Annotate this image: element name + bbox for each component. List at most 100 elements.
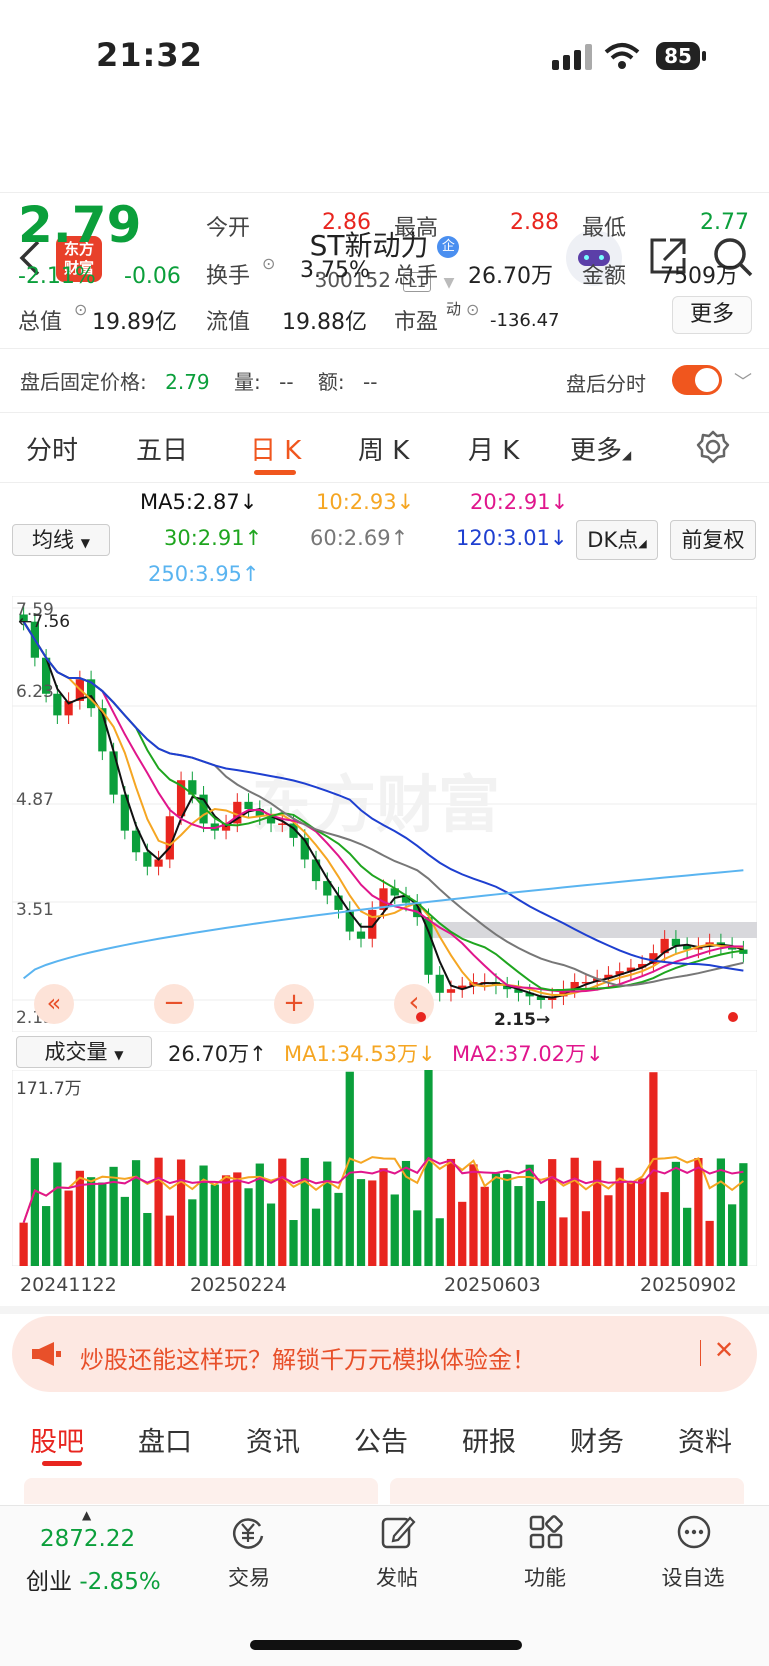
volume-bar: [525, 1164, 534, 1266]
volume-bar: [413, 1210, 422, 1266]
forum-card[interactable]: [24, 1478, 378, 1504]
tab-announcements[interactable]: 公告: [354, 1420, 408, 1459]
volume-bar: [570, 1157, 579, 1266]
chevron-down-icon[interactable]: ▼: [444, 275, 455, 291]
forum-card[interactable]: [390, 1478, 744, 1504]
volume-bar: [210, 1184, 219, 1266]
volume-bar: [86, 1177, 96, 1266]
zoom-in-button[interactable]: +: [274, 984, 314, 1024]
after-hours-toggle[interactable]: [672, 365, 722, 395]
tab-five-day[interactable]: 五日: [136, 430, 188, 467]
more-button[interactable]: 更多: [672, 296, 752, 334]
volume-bar: [559, 1217, 568, 1266]
volume-bar: [98, 1182, 107, 1266]
price-axis-4: 3.51: [16, 900, 54, 920]
tab-weekly-k[interactable]: 周 K: [358, 430, 409, 467]
kline-chart[interactable]: 东方财富: [12, 596, 757, 1032]
info-icon[interactable]: ⊙: [466, 300, 479, 319]
candle: [244, 801, 253, 810]
price-axis-3: 4.87: [16, 790, 54, 810]
volume-bar: [266, 1203, 276, 1266]
ma-select[interactable]: 均线 ▼: [12, 524, 110, 556]
post-icon[interactable]: [380, 1514, 416, 1550]
index-value[interactable]: 2872.22: [40, 1526, 135, 1552]
after-hours-vol: --: [279, 370, 294, 394]
info-icon[interactable]: ⊙: [262, 254, 275, 273]
divider: [0, 348, 769, 349]
wifi-icon: [604, 43, 640, 69]
scroll-left-button[interactable]: «: [34, 984, 74, 1024]
corp-badge-icon: 企: [437, 236, 460, 258]
divider: [0, 192, 769, 193]
functions-icon[interactable]: [528, 1514, 564, 1550]
volume-value: 26.70万: [468, 264, 553, 289]
step-back-button[interactable]: ‹: [394, 984, 434, 1024]
low-value: 2.77: [700, 210, 749, 235]
status-time: 21:32: [96, 36, 203, 74]
more-dots-icon[interactable]: [676, 1514, 712, 1550]
tab-profile[interactable]: 资料: [678, 1420, 732, 1459]
ma250-label: 250:3.95↑: [148, 562, 260, 586]
high-annotation: ←7.56: [18, 612, 71, 632]
volume-current: 26.70万↑: [168, 1042, 267, 1066]
volume-bar: [503, 1174, 512, 1266]
nav-post[interactable]: 发帖: [352, 1562, 442, 1592]
volume-bar: [514, 1186, 523, 1266]
date-label: 20250902: [640, 1274, 737, 1296]
volume-bar: [581, 1211, 591, 1266]
event-marker[interactable]: [416, 1012, 426, 1022]
index-change[interactable]: 创业 -2.85%: [26, 1562, 161, 1596]
volume-bar: [604, 1195, 613, 1266]
date-label: 20250603: [444, 1274, 541, 1296]
volume-bar: [368, 1180, 377, 1266]
tab-intraday[interactable]: 分时: [26, 430, 78, 467]
nav-watchlist[interactable]: 设自选: [648, 1562, 738, 1592]
pe-sup: 动: [446, 300, 462, 318]
volume-bar: [491, 1173, 501, 1266]
tab-monthly-k[interactable]: 月 K: [468, 430, 519, 467]
battery-indicator: 85: [656, 42, 700, 70]
tab-more[interactable]: 更多◢: [570, 430, 631, 467]
volume-bar: [458, 1201, 467, 1266]
section-gap: [0, 1306, 769, 1314]
tab-news[interactable]: 资讯: [246, 1420, 300, 1459]
volume-bar: [176, 1159, 186, 1266]
mktcap-value: 19.89亿: [92, 310, 177, 335]
tab-order-book[interactable]: 盘口: [138, 1420, 192, 1459]
after-hours-amt-label: 额:: [317, 370, 345, 394]
after-hours-price: 2.79: [165, 370, 210, 394]
volume-indicator-select[interactable]: 成交量 ▼: [16, 1036, 152, 1068]
low-annotation: 2.15→: [494, 1010, 551, 1030]
turnover-value: 3.75%: [300, 258, 370, 283]
tab-forum[interactable]: 股吧: [30, 1420, 84, 1459]
event-marker[interactable]: [728, 1012, 738, 1022]
volume-bar: [154, 1157, 163, 1266]
settings-gear-icon[interactable]: [696, 430, 730, 464]
nav-trade[interactable]: 交易: [204, 1562, 294, 1592]
volume-bar: [435, 1218, 444, 1266]
volume-bar: [41, 1206, 51, 1266]
nav-functions[interactable]: 功能: [500, 1562, 590, 1592]
tab-research[interactable]: 研报: [462, 1420, 516, 1459]
volume-bar: [379, 1168, 388, 1266]
tab-daily-k[interactable]: 日 K: [250, 430, 301, 467]
zoom-out-button[interactable]: −: [154, 984, 194, 1024]
change-value: -0.06: [124, 264, 181, 289]
candle: [435, 974, 444, 993]
open-label: 今开: [206, 216, 251, 241]
price-adjust-button[interactable]: 前复权: [670, 520, 756, 560]
info-icon[interactable]: ⊙: [74, 300, 87, 319]
close-icon[interactable]: ✕: [714, 1336, 734, 1364]
chevron-down-icon[interactable]: ﹀: [734, 368, 752, 394]
volume-bar: [30, 1158, 39, 1266]
promo-text[interactable]: 炒股还能这样玩？解锁千万元模拟体验金！: [80, 1340, 536, 1375]
float-label: 流值: [206, 310, 251, 335]
volume-bar: [120, 1196, 129, 1266]
amount-label: 金额: [582, 264, 627, 289]
volume-chart[interactable]: [12, 1070, 757, 1266]
dk-point-button[interactable]: DK点◢: [576, 520, 658, 560]
pe-label: 市盈: [394, 310, 439, 335]
divider: [0, 412, 769, 413]
tab-finance[interactable]: 财务: [570, 1420, 624, 1459]
trade-icon[interactable]: [230, 1514, 266, 1550]
